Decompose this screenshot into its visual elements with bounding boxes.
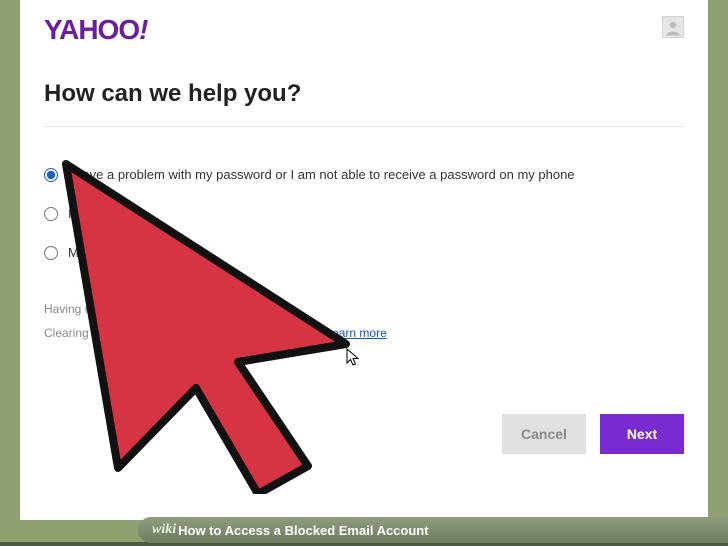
option-label: I have a problem with my password or I a…: [68, 167, 575, 182]
help-card: YAHOO! How can we help you? I have a pro…: [20, 0, 708, 520]
logo-bang: !: [139, 14, 147, 45]
yahoo-logo: YAHOO!: [44, 14, 147, 45]
footer-pill: wiki How to Access a Blocked Email Accou…: [138, 517, 728, 543]
page-title: How can we help you?: [44, 80, 684, 126]
radio-password-problem[interactable]: [44, 168, 58, 182]
footer-wiki-label: wiki: [152, 522, 176, 538]
footer-article-title: How to Access a Blocked Email Account: [178, 523, 428, 538]
option-forgot[interactable]: I forg: [44, 206, 684, 221]
divider: [44, 126, 684, 127]
radio-account[interactable]: [44, 246, 58, 260]
logo-text: YAHOO: [44, 14, 139, 45]
person-icon: [664, 19, 682, 37]
top-bar: YAHOO!: [44, 14, 684, 58]
learn-more-link[interactable]: Learn more: [325, 326, 386, 340]
next-button[interactable]: Next: [600, 414, 684, 454]
avatar-placeholder-icon[interactable]: [662, 16, 684, 38]
help-text-line2: Clearing your browse Learn more: [44, 326, 684, 340]
radio-forgot[interactable]: [44, 207, 58, 221]
cancel-button[interactable]: Cancel: [502, 414, 586, 454]
help-text-line1: Having repeated d: [44, 302, 684, 316]
footer-bar: wiki How to Access a Blocked Email Accou…: [0, 517, 728, 543]
page-frame: YAHOO! How can we help you? I have a pro…: [0, 0, 728, 546]
option-label: I forg: [68, 206, 98, 221]
option-password-problem[interactable]: I have a problem with my password or I a…: [44, 167, 684, 182]
option-label: My acc: [68, 245, 109, 260]
button-row: Cancel Next: [502, 414, 684, 454]
option-account[interactable]: My acc: [44, 245, 684, 260]
help-text-line2-prefix: Clearing your browse: [44, 326, 157, 340]
